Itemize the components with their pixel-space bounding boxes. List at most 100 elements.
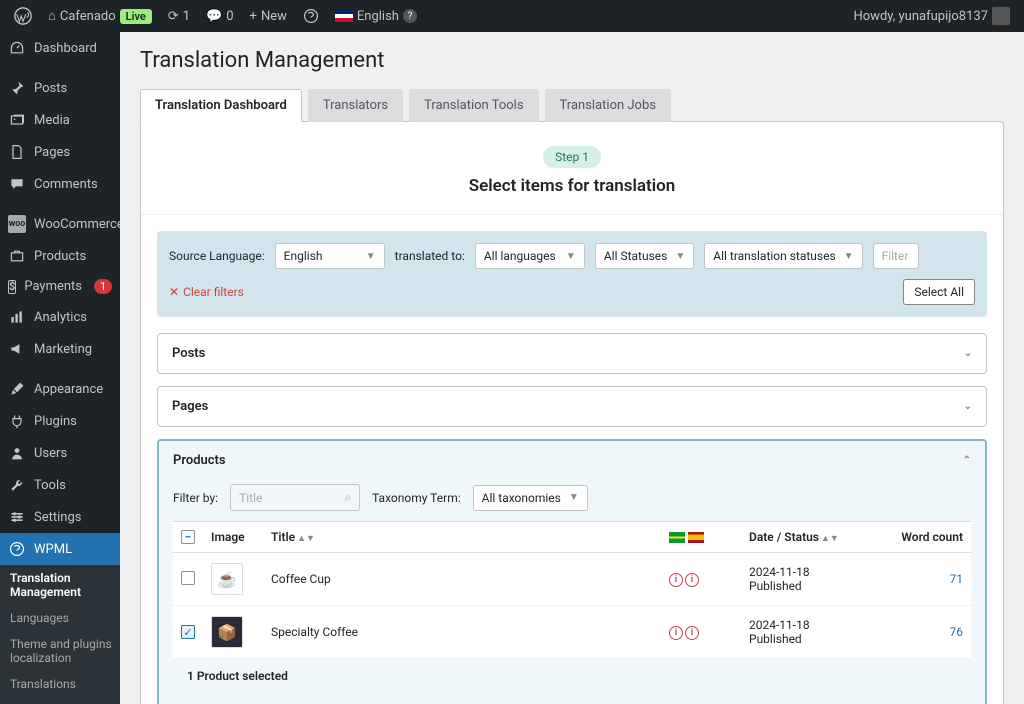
woo-icon: woo [8, 215, 26, 233]
col-image: Image [203, 522, 263, 553]
table-row: 📦 Specialty Coffee ii 2024-11-18Publishe… [173, 606, 971, 659]
sub-theme-plugins[interactable]: Theme and plugins localization [0, 631, 120, 671]
product-title[interactable]: Specialty Coffee [263, 606, 661, 659]
select-value: All languages [484, 249, 556, 263]
row-checkbox[interactable] [181, 571, 195, 585]
section-pages-header[interactable]: Pages⌄ [158, 387, 986, 426]
avatar [992, 7, 1010, 25]
clear-filters[interactable]: ✕Clear filters [169, 285, 244, 299]
translation-status-icon[interactable]: i [685, 573, 699, 587]
status-select[interactable]: All Statuses▼ [595, 243, 694, 269]
sidebar-label: Tools [34, 478, 66, 493]
wp-logo[interactable] [8, 0, 38, 32]
chevron-down-icon: ⌄ [964, 401, 972, 412]
section-products-header[interactable]: Products⌃ [159, 441, 985, 480]
word-count[interactable]: 76 [881, 606, 971, 659]
spain-flag-icon [688, 532, 704, 543]
word-count[interactable]: 71 [881, 553, 971, 606]
plus-icon: + [250, 9, 257, 24]
select-value: English [284, 249, 323, 263]
sidebar-item-plugins[interactable]: Plugins [0, 405, 120, 437]
account-link[interactable]: Howdy, yunafupijo8137 [847, 0, 1016, 32]
source-lang-select[interactable]: English▼ [275, 243, 385, 269]
sidebar-item-analytics[interactable]: Analytics [0, 301, 120, 333]
site-name: Cafenado [60, 9, 116, 24]
new-link[interactable]: + New [244, 0, 293, 32]
product-title[interactable]: Coffee Cup [263, 553, 661, 606]
trans-status-select[interactable]: All translation statuses▼ [704, 243, 862, 269]
live-badge: Live [120, 9, 152, 24]
tab-dashboard[interactable]: Translation Dashboard [140, 89, 302, 122]
chevron-down-icon: ▼ [569, 492, 579, 503]
select-all-checkbox[interactable] [181, 530, 195, 544]
translation-status-icon[interactable]: i [685, 626, 699, 640]
col-label: Title [271, 530, 295, 544]
sidebar-item-comments[interactable]: Comments [0, 168, 120, 200]
updates-link[interactable]: ⟳ 1 [162, 0, 196, 32]
section-title: Posts [172, 346, 205, 361]
tab-jobs[interactable]: Translation Jobs [545, 89, 671, 122]
site-link[interactable]: ⌂ Cafenado Live [42, 0, 158, 32]
row-checkbox[interactable] [181, 625, 195, 639]
col-wordcount: Word count [881, 522, 971, 553]
step-title: Select items for translation [141, 176, 1003, 196]
select-value: All translation statuses [713, 249, 835, 263]
sub-translation-management[interactable]: Translation Management [0, 565, 120, 605]
translation-status-icon[interactable]: i [669, 573, 683, 587]
plug-icon [8, 412, 26, 430]
tab-tools[interactable]: Translation Tools [409, 89, 538, 122]
sub-menus-sync[interactable]: WP Menus Sync [0, 697, 120, 704]
filter-input[interactable]: Filter [873, 243, 919, 269]
sort-icon: ▲▼ [821, 534, 839, 544]
language-switcher[interactable]: English ? [329, 0, 423, 32]
brush-icon [8, 380, 26, 398]
howdy-text: Howdy, yunafupijo8137 [853, 9, 988, 24]
sidebar-item-pages[interactable]: Pages [0, 136, 120, 168]
updates-count: 1 [183, 9, 190, 24]
comments-link[interactable]: 💬 0 [200, 0, 240, 32]
sidebar-label: Posts [34, 81, 67, 96]
product-date: 2024-11-18 [749, 565, 873, 579]
col-title[interactable]: Title▲▼ [263, 522, 661, 553]
col-date[interactable]: Date / Status▲▼ [741, 522, 881, 553]
products-table: Image Title▲▼ Date / Status▲▼ Word count… [173, 521, 971, 659]
wpml-icon [8, 540, 26, 558]
settings-icon [8, 508, 26, 526]
translated-to-label: translated to: [395, 249, 465, 263]
sidebar-item-posts[interactable]: Posts [0, 72, 120, 104]
taxonomy-select[interactable]: All taxonomies▼ [473, 485, 588, 511]
translated-to-select[interactable]: All languages▼ [475, 243, 585, 269]
sidebar-item-media[interactable]: Media [0, 104, 120, 136]
sidebar-item-products[interactable]: Products [0, 240, 120, 272]
translation-status-icon[interactable]: i [669, 626, 683, 640]
sidebar-item-payments[interactable]: $Payments1 [0, 272, 120, 301]
product-thumb: ☕ [211, 563, 243, 595]
sidebar-item-wpml[interactable]: WPML [0, 533, 120, 565]
dashboard-icon [8, 39, 26, 57]
search-icon: ⌕ [344, 490, 351, 505]
sidebar-item-settings[interactable]: Settings [0, 501, 120, 533]
sidebar-item-woocommerce[interactable]: wooWooCommerce [0, 208, 120, 240]
sidebar-item-tools[interactable]: Tools [0, 469, 120, 501]
sidebar-label: Users [34, 446, 67, 461]
sidebar-item-marketing[interactable]: Marketing [0, 333, 120, 365]
sidebar-item-appearance[interactable]: Appearance [0, 373, 120, 405]
wpml-adminbar[interactable] [297, 0, 325, 32]
sidebar-label: WPML [34, 542, 72, 557]
sidebar-item-dashboard[interactable]: Dashboard [0, 32, 120, 64]
sub-languages[interactable]: Languages [0, 605, 120, 631]
lang-label: English [357, 9, 399, 24]
product-status: Published [749, 632, 873, 646]
sub-translations[interactable]: Translations [0, 671, 120, 697]
uk-flag-icon [335, 10, 353, 22]
title-filter-input[interactable]: Title⌕ [230, 484, 360, 511]
marketing-icon [8, 340, 26, 358]
select-all-button[interactable]: Select All [903, 279, 975, 305]
chevron-down-icon: ⌄ [964, 348, 972, 359]
sidebar-label: Appearance [34, 382, 103, 397]
section-posts-header[interactable]: Posts ⌄ [158, 334, 986, 373]
new-label: New [261, 9, 287, 24]
tab-translators[interactable]: Translators [308, 89, 403, 122]
wrench-icon [8, 476, 26, 494]
sidebar-item-users[interactable]: Users [0, 437, 120, 469]
